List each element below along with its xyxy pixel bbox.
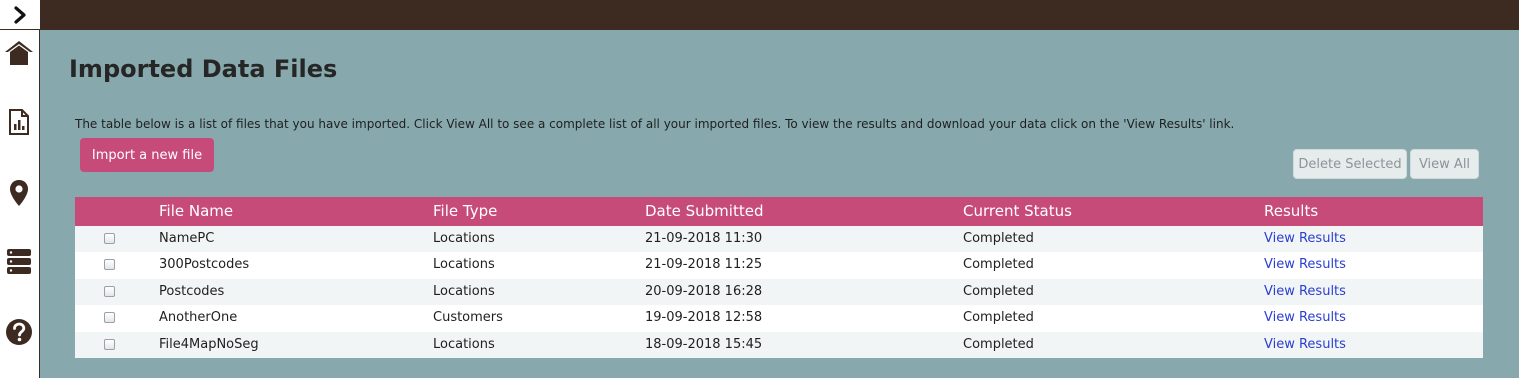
view-results-link[interactable]: View Results	[1264, 279, 1346, 305]
view-results-link[interactable]: View Results	[1264, 252, 1346, 278]
cell-date-submitted: 21-09-2018 11:25	[645, 257, 763, 273]
view-results-link[interactable]: View Results	[1264, 332, 1346, 358]
header-date-submitted[interactable]: Date Submitted	[645, 197, 763, 226]
files-table: File Name File Type Date Submitted Curre…	[75, 197, 1483, 358]
table-row: Postcodes Locations 20-09-2018 16:28 Com…	[75, 278, 1483, 306]
row-checkbox[interactable]	[104, 233, 115, 244]
nav-home[interactable]	[4, 38, 34, 68]
delete-selected-button[interactable]: Delete Selected	[1293, 149, 1407, 179]
cell-file-type: Locations	[433, 336, 495, 352]
nav-reports[interactable]	[4, 107, 34, 137]
import-file-button[interactable]: Import a new file	[80, 138, 214, 172]
nav-data[interactable]	[4, 246, 34, 276]
header-results: Results	[1264, 202, 1319, 220]
cell-status: Completed	[963, 310, 1034, 326]
cell-date-submitted: 19-09-2018 12:58	[645, 310, 763, 326]
cell-file-name: AnotherOne	[159, 310, 238, 326]
help-icon	[6, 319, 32, 345]
cell-date-submitted: 21-09-2018 11:30	[645, 231, 763, 246]
table-row: File4MapNoSeg Locations 18-09-2018 15:45…	[75, 331, 1483, 358]
table-row: NamePC Locations 21-09-2018 11:30 Comple…	[75, 226, 1483, 253]
cell-file-type: Locations	[433, 283, 495, 299]
cell-file-type: Locations	[433, 257, 495, 273]
chevron-right-icon	[14, 5, 26, 24]
report-icon	[9, 109, 29, 135]
cell-file-name: 300Postcodes	[159, 257, 250, 273]
cell-file-type: Locations	[433, 231, 495, 246]
page-description: The table below is a list of files that …	[75, 117, 1235, 131]
home-icon	[5, 41, 33, 65]
row-checkbox[interactable]	[104, 259, 115, 271]
header-file-name[interactable]: File Name	[159, 197, 233, 226]
view-results-link[interactable]: View Results	[1264, 226, 1346, 252]
header-current-status[interactable]: Current Status	[963, 197, 1072, 226]
cell-file-type: Customers	[433, 310, 503, 326]
view-all-button[interactable]: View All	[1410, 149, 1479, 179]
view-results-link[interactable]: View Results	[1264, 305, 1346, 331]
row-checkbox[interactable]	[104, 285, 115, 297]
cell-status: Completed	[963, 336, 1034, 352]
table-header: File Name File Type Date Submitted Curre…	[75, 197, 1483, 226]
page-title: Imported Data Files	[69, 55, 338, 83]
row-checkbox[interactable]	[104, 312, 115, 324]
cell-status: Completed	[963, 231, 1034, 246]
cell-file-name: Postcodes	[159, 283, 225, 299]
database-icon	[7, 249, 31, 274]
table-row: AnotherOne Customers 19-09-2018 12:58 Co…	[75, 305, 1483, 332]
sidebar	[0, 0, 40, 378]
cell-file-name: File4MapNoSeg	[159, 336, 259, 352]
cell-file-name: NamePC	[159, 231, 215, 246]
table-row: 300Postcodes Locations 21-09-2018 11:25 …	[75, 252, 1483, 279]
nav-locations[interactable]	[4, 178, 34, 208]
sidebar-toggle[interactable]	[0, 0, 40, 30]
top-bar	[40, 0, 1519, 30]
row-checkbox[interactable]	[104, 338, 115, 350]
cell-date-submitted: 18-09-2018 15:45	[645, 336, 763, 352]
cell-date-submitted: 20-09-2018 16:28	[645, 283, 763, 299]
cell-status: Completed	[963, 257, 1034, 273]
cell-status: Completed	[963, 283, 1034, 299]
map-pin-icon	[10, 180, 28, 206]
nav-help[interactable]	[4, 317, 34, 347]
header-file-type[interactable]: File Type	[433, 197, 497, 226]
